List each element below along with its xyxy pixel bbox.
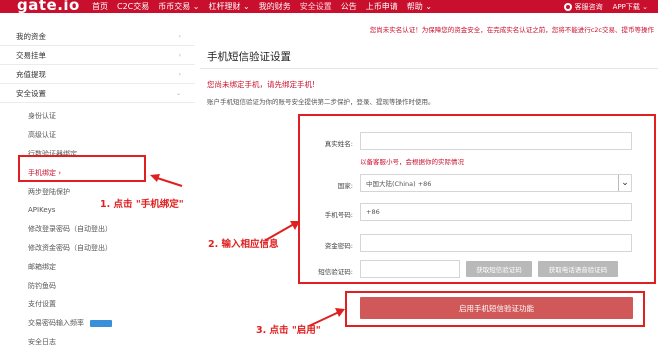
kyc-notice: 您尚未实名认证！为保障您的资金安全，在完成实名认证之前，您将不能进行c2c交易、… [369,26,654,34]
sidebar-item-anti-phishing[interactable]: 防钓鱼码 [0,276,195,295]
arrow-step1 [150,174,183,187]
annotation-step1: 1. 点击 "手机绑定" [100,199,184,210]
nav-listing[interactable]: 上币申请 [366,1,398,12]
sidebar-section-deposit[interactable]: 充值提现 › [0,65,195,84]
annotation-step2: 2. 输入相应信息 [208,239,279,250]
sms-code-input[interactable] [360,260,460,278]
phone-label: 手机号码: [324,211,353,219]
chevron-right-icon: › [178,70,181,78]
nav-margin[interactable]: 杠杆理财 ⌄ [209,1,250,12]
nav-help[interactable]: 帮助 ⌄ [407,1,432,12]
enable-sms-button[interactable]: 启用手机短信验证功能 [360,297,633,319]
nav-spot[interactable]: 币币交易 ⌄ [158,1,199,12]
get-voice-code-button[interactable]: 获取电话语音验证码 [538,261,618,277]
sms-code-label: 短信验证码: [318,268,353,276]
chevron-right-icon: › [178,51,181,59]
sidebar-section-funds[interactable]: 我的资金 › [0,27,195,46]
chevron-right-icon: › [178,32,181,40]
phone-input[interactable]: +86 [360,203,632,221]
chevron-down-icon: ⌄ [175,89,181,97]
name-label: 真实姓名: [324,140,353,148]
get-sms-code-button[interactable]: 获取短信验证码 [466,261,532,277]
headset-icon [563,2,572,11]
sidebar-item-advanced-kyc[interactable]: 高级认证 [0,126,195,145]
phone-bind-highlight-box [18,155,146,182]
real-name-input[interactable] [360,132,632,150]
nav-security[interactable]: 安全设置 [300,1,332,12]
fund-password-input[interactable] [360,234,632,252]
name-hint: 以备客服小号，会根据你的实际情况 [360,158,464,166]
sidebar-item-email-bind[interactable]: 邮箱绑定 [0,257,195,276]
phone-prefix: +86 [366,208,380,216]
support-link[interactable]: 客服咨询 [563,2,603,12]
description-text: 账户手机短信验证为你的账号安全提供第二步保护，登录、提现等操作时使用。 [207,98,435,106]
main-nav: 首页 C2C交易 币币交易 ⌄ 杠杆理财 ⌄ 我的财务 安全设置 公告 上币申请… [92,0,441,13]
nav-announcement[interactable]: 公告 [341,1,357,12]
divider [200,68,658,69]
warning-text: 您尚未绑定手机，请先绑定手机! [207,80,316,89]
gateio-logo[interactable]: gate.io [17,0,80,14]
fund-password-label: 资金密码: [324,242,353,250]
card-icon [90,319,112,327]
annotation-step3: 3. 点击 "启用" [256,325,321,336]
sidebar-item-trade-pw-freq[interactable]: 交易密码输入频率 [0,314,195,333]
sidebar-item-change-login-pw[interactable]: 修改登录密码（自动登出） [0,220,195,239]
nav-home[interactable]: 首页 [92,1,108,12]
nav-c2c[interactable]: C2C交易 [117,1,149,12]
sidebar-item-security-log[interactable]: 安全日志 [0,333,195,352]
top-right-links: 客服咨询 APP下载 ⌄ [563,0,648,13]
chevron-down-icon: ⌄ [618,175,631,191]
app-download-link[interactable]: APP下载 ⌄ [613,2,648,12]
country-label: 国家: [337,182,353,190]
sidebar-item-change-fund-pw[interactable]: 修改资金密码（自动登出） [0,239,195,258]
sidebar-item-payment[interactable]: 支付设置 [0,295,195,314]
page-title: 手机短信验证设置 [207,51,291,63]
sidebar-section-orders[interactable]: 交易挂单 › [0,46,195,65]
sidebar-section-security[interactable]: 安全设置 ⌄ [0,84,195,103]
top-nav-bar: gate.io 首页 C2C交易 币币交易 ⌄ 杠杆理财 ⌄ 我的财务 安全设置… [0,0,658,14]
nav-finance[interactable]: 我的财务 [259,1,291,12]
sidebar-item-identity[interactable]: 身份认证 [0,107,195,126]
country-select[interactable]: 中国大陆(China) +86 ⌄ [360,174,632,192]
